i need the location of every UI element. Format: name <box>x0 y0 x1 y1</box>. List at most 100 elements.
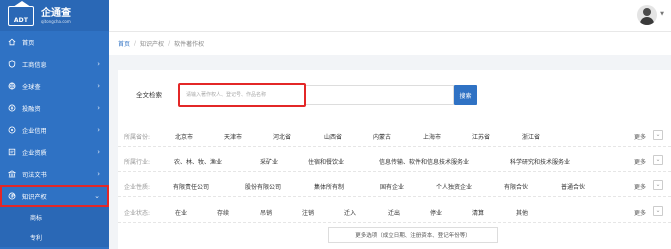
credit-icon <box>7 126 16 135</box>
filter-row-industry: 所属行业: 农、林、牧、渔业 采矿业 住宿和餐饮业 信息传输、软件和信息技术服务… <box>118 150 671 172</box>
chevron-right-icon: › <box>97 104 100 112</box>
search-input[interactable] <box>178 83 306 107</box>
filter-option[interactable]: 迁入 <box>344 208 356 217</box>
sidebar-item-label: 投融资 <box>22 105 41 113</box>
breadcrumb-separator: / <box>134 40 137 47</box>
sidebar-item-label: 知识产权 <box>22 193 47 201</box>
globe-icon <box>7 82 16 91</box>
filter-option[interactable]: 个人独资企业 <box>436 182 472 191</box>
breadcrumb-home[interactable]: 首页 <box>118 39 130 48</box>
court-icon <box>7 170 16 179</box>
chevron-down-icon[interactable]: ⌄ <box>653 155 663 165</box>
filter-option[interactable]: 存续 <box>217 208 229 217</box>
logo-name: 企通查 <box>41 7 71 19</box>
breadcrumb-software-copyright: 软件著作权 <box>174 41 205 48</box>
chevron-right-icon: › <box>97 170 100 178</box>
logo-mark: ADT <box>8 0 34 26</box>
logo-abbr: ADT <box>13 16 29 24</box>
more-options-label: 更多选项（成立日期、注册资本、登记年份等） <box>355 233 471 239</box>
filter-option[interactable]: 其他 <box>516 208 528 217</box>
logo[interactable]: ADT 企通查 qitongcha.com <box>0 0 109 31</box>
sidebar-item-label: 全球查 <box>22 83 41 91</box>
sidebar-item-label: 工商信息 <box>22 61 47 69</box>
home-icon <box>7 38 16 47</box>
shield-icon <box>7 60 16 69</box>
chevron-right-icon: › <box>97 82 100 90</box>
sidebar-item-label: 首页 <box>22 39 35 47</box>
sidebar-item-judicial[interactable]: 司法文书 › <box>0 163 109 185</box>
sidebar-item-label: 企业资质 <box>22 149 47 157</box>
filter-row-province: 所属省份: 北京市 天津市 河北省 山西省 内蒙古 上海市 江苏省 浙江省 更多… <box>118 125 671 147</box>
filter-option[interactable]: 股份有限公司 <box>245 182 281 191</box>
search-input-extension[interactable] <box>306 85 454 105</box>
filter-row-company-type: 企业性质: 有限责任公司 股份有限公司 集体所有制 国有企业 个人独资企业 有限… <box>118 175 671 197</box>
filter-label: 企业性质: <box>124 184 151 191</box>
filter-option[interactable]: 集体所有制 <box>314 182 344 191</box>
sidebar-item-label: 司法文书 <box>22 171 47 179</box>
filter-option[interactable]: 信息传输、软件和信息技术服务业 <box>379 157 469 166</box>
filter-label: 所属省份: <box>124 134 151 141</box>
more-link[interactable]: 更多 <box>634 182 646 191</box>
filter-row-status: 企业状态: 在业 存续 吊销 注销 迁入 迁出 停业 清算 其他 更多 ⌄ <box>118 201 671 223</box>
filter-option[interactable]: 江苏省 <box>472 132 490 141</box>
sidebar-item-label: 企业信用 <box>22 127 47 135</box>
filter-option[interactable]: 吊销 <box>260 208 272 217</box>
filter-option[interactable]: 河北省 <box>273 132 291 141</box>
search-label: 全文检索 <box>136 91 162 99</box>
filter-option[interactable]: 有限合伙 <box>504 182 528 191</box>
more-link[interactable]: 更多 <box>634 157 646 166</box>
caret-down-icon[interactable]: ▼ <box>660 11 664 17</box>
filter-option[interactable]: 停业 <box>430 208 442 217</box>
filter-option[interactable]: 农、林、牧、渔业 <box>174 157 222 166</box>
filter-option[interactable]: 迁出 <box>388 208 400 217</box>
certificate-icon <box>7 148 16 157</box>
filter-option[interactable]: 内蒙古 <box>373 132 391 141</box>
sidebar-item-credit[interactable]: 企业信用 › <box>0 119 109 141</box>
chevron-right-icon: › <box>97 60 100 68</box>
sidebar-item-financing[interactable]: 投融资 › <box>0 97 109 119</box>
filter-option[interactable]: 有限责任公司 <box>173 182 209 191</box>
sidebar-subitem-trademark[interactable]: 商标 <box>0 207 109 227</box>
filter-option[interactable]: 注销 <box>302 208 314 217</box>
chevron-right-icon: › <box>97 148 100 156</box>
chevron-down-icon[interactable]: ⌄ <box>653 206 663 216</box>
filter-option[interactable]: 山西省 <box>324 132 342 141</box>
filter-option[interactable]: 住宿和餐饮业 <box>308 157 344 166</box>
search-button[interactable]: 搜索 <box>454 85 477 105</box>
top-bar: ▼ <box>109 0 671 31</box>
ip-icon <box>7 192 16 201</box>
sidebar-item-business-info[interactable]: 工商信息 › <box>0 53 109 75</box>
sidebar-nav: 首页 工商信息 › 全球查 › 投融资 › 企业信用 › 企业资质 › 司法文书… <box>0 31 109 207</box>
avatar[interactable] <box>637 5 657 25</box>
chevron-down-icon: ⌄ <box>94 192 100 200</box>
sidebar-item-qualification[interactable]: 企业资质 › <box>0 141 109 163</box>
filter-option[interactable]: 上海市 <box>423 132 441 141</box>
filter-option[interactable]: 在业 <box>175 208 187 217</box>
sidebar-item-home[interactable]: 首页 <box>0 31 109 53</box>
filter-option[interactable]: 天津市 <box>224 132 242 141</box>
logo-url: qitongcha.com <box>41 18 71 24</box>
more-options-toggle[interactable]: 更多选项（成立日期、注册资本、登记年份等） <box>328 227 498 243</box>
filter-option[interactable]: 科学研究和技术服务业 <box>510 157 570 166</box>
filter-label: 企业状态: <box>124 210 151 217</box>
chevron-right-icon: › <box>97 126 100 134</box>
sidebar: ADT 企通查 qitongcha.com 首页 工商信息 › 全球查 › 投融… <box>0 0 109 249</box>
filter-option[interactable]: 采矿业 <box>260 157 278 166</box>
chevron-down-icon[interactable]: ⌄ <box>653 180 663 190</box>
chevron-down-icon[interactable]: ⌄ <box>653 130 663 140</box>
breadcrumb-ip[interactable]: 知识产权 <box>140 39 164 48</box>
sidebar-subitem-patent[interactable]: 专利 <box>0 227 109 247</box>
filter-option[interactable]: 国有企业 <box>380 182 404 191</box>
main-panel: 全文检索 搜索 所属省份: 北京市 天津市 河北省 山西省 内蒙古 上海市 江苏… <box>118 70 671 249</box>
filter-option[interactable]: 北京市 <box>175 132 193 141</box>
filter-label: 所属行业: <box>124 159 151 166</box>
filter-option[interactable]: 清算 <box>472 208 484 217</box>
sidebar-item-global[interactable]: 全球查 › <box>0 75 109 97</box>
filter-option[interactable]: 普通合伙 <box>561 182 585 191</box>
filter-option[interactable]: 浙江省 <box>522 132 540 141</box>
breadcrumb-separator: / <box>168 40 171 47</box>
sidebar-item-ip[interactable]: 知识产权 ⌄ <box>0 185 109 207</box>
more-link[interactable]: 更多 <box>634 132 646 141</box>
more-link[interactable]: 更多 <box>634 208 646 217</box>
breadcrumb: 首页 / 知识产权 / 软件著作权 <box>109 31 671 55</box>
